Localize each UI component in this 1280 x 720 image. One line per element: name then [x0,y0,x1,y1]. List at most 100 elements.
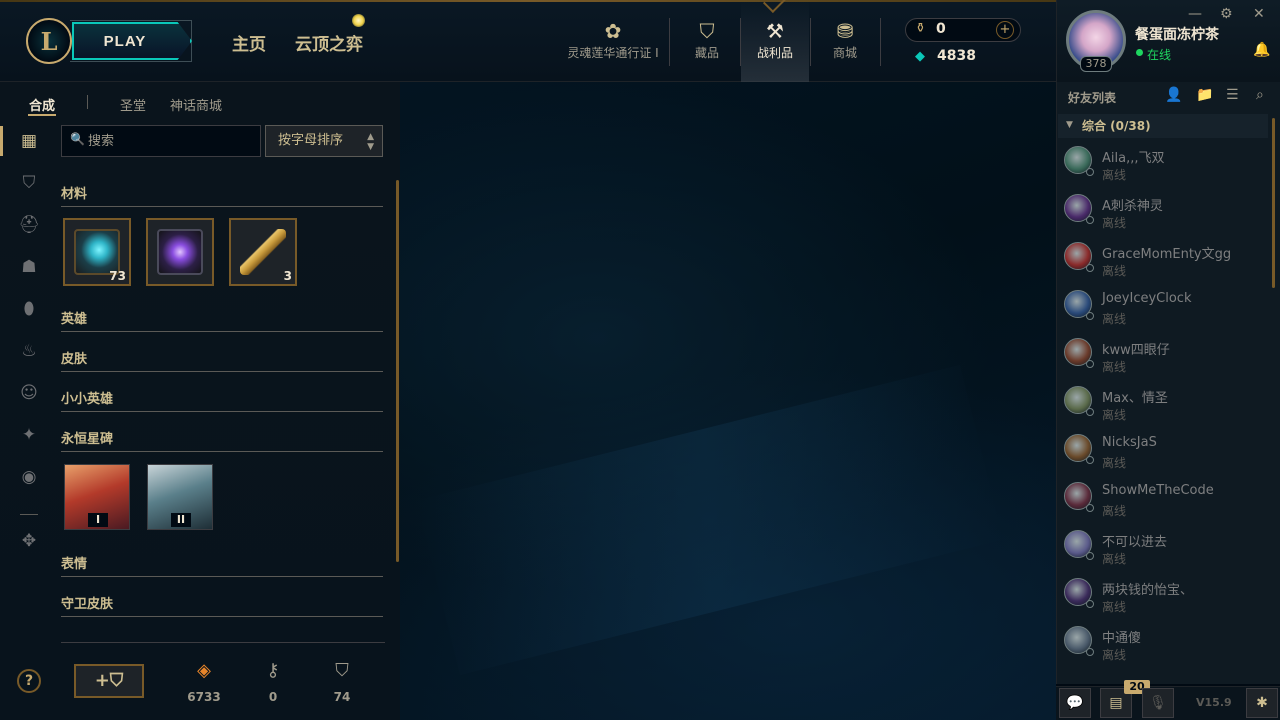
sort-dropdown[interactable]: 按字母排序 ▲ ▼ [265,125,383,157]
sort-dropdown-label: 按字母排序 [278,133,344,148]
hextech-key-item[interactable]: 3 [229,218,297,286]
username[interactable]: 餐蛋面冻柠茶 [1135,24,1219,44]
offline-status-dot [1086,456,1094,464]
footer-divider [61,642,385,643]
friend-row[interactable]: NicksJaS 离线 [1058,426,1268,474]
category-little-legends[interactable]: 小小英雄 [61,388,383,412]
emote-flame-icon[interactable]: ♨ [16,338,42,364]
tab-mythic-shop[interactable]: 神话商城 [170,95,222,114]
friend-row[interactable]: kww四眼仔 离线 [1058,330,1268,378]
nav-battle-pass[interactable]: ✿ 灵魂莲华通行证 I [566,18,660,61]
grid-view-icon[interactable]: ▦ [16,128,42,154]
chest-count-icon: ⛉ [335,660,349,681]
friend-status-text: 离线 [1102,552,1127,566]
friend-status-text: 离线 [1102,648,1127,662]
skin-mask-icon[interactable]: ☗ [16,254,42,280]
help-button[interactable]: ? [17,669,41,693]
tab-crafting[interactable]: 合成 [29,95,55,114]
friend-row[interactable]: JoeyIceyClock 离线 [1058,282,1268,330]
ward-icon[interactable]: ⬮ [16,296,42,322]
friend-row[interactable]: 两块钱的怡宝、 离线 [1058,570,1268,618]
play-button[interactable]: PLAY [72,22,192,60]
nav-loot[interactable]: ⚒ 战利品 [750,18,800,61]
minimize-icon[interactable]: — [1188,6,1202,22]
category-eternals[interactable]: 永恒星碑 [61,428,383,452]
offline-status-dot [1086,408,1094,416]
category-ward-skins[interactable]: 守卫皮肤 [61,593,383,617]
add-friend-icon[interactable]: 👤 [1165,87,1182,103]
friend-status-text: 离线 [1102,504,1127,518]
be-value: 4838 [937,48,976,64]
mythic-icon[interactable]: ✥ [16,528,42,554]
friend-name: Max、情圣 [1102,391,1168,406]
rp-value: 0 [936,21,946,37]
close-icon[interactable]: ✕ [1253,6,1265,22]
search-field: 🔍 [61,125,261,157]
search-icon[interactable]: ⌕ [1256,87,1264,103]
masterwork-chest-item[interactable] [146,218,214,286]
offline-status-dot [1086,264,1094,272]
key-fragment-icon: ⚷ [266,660,280,681]
friend-row[interactable]: Aila,,,飞双 离线 [1058,138,1268,186]
category-emotes[interactable]: 表情 [61,553,383,577]
category-skins[interactable]: 皮肤 [61,348,383,372]
friend-row[interactable]: Max、情圣 离线 [1058,378,1268,426]
bug-report-icon[interactable]: ✱ [1246,688,1278,718]
hextech-chest-item[interactable]: 73 [63,218,131,286]
tft-notification-dot [352,14,365,27]
caret-down-icon: ▼ [1066,120,1073,130]
notification-bell-icon[interactable]: 🔔 [1253,42,1270,58]
champion-helmet-icon[interactable]: ⛑ [16,212,42,238]
friends-scrollbar[interactable] [1272,118,1275,288]
category-champions[interactable]: 英雄 [61,308,383,332]
profile-icon[interactable]: ◉ [16,464,42,490]
chest-icon[interactable]: ⛉ [16,170,42,196]
list-view-icon[interactable]: ☰ [1226,87,1239,103]
item-count: 73 [109,269,126,283]
nav-home[interactable]: 主页 [232,30,266,55]
chest-count-value: 74 [333,690,351,704]
nav-battle-pass-label: 灵魂莲华通行证 I [567,46,659,60]
friend-group-header[interactable]: 综合 (0/38) [1058,114,1268,138]
friend-name: kww四眼仔 [1102,343,1170,358]
loot-scrollbar[interactable] [396,180,399,562]
buy-rp-button[interactable]: + [996,21,1014,39]
friend-row[interactable]: GraceMomEnty文gg 离线 [1058,234,1268,282]
collection-bag-icon: ⛉ [699,19,715,43]
friend-status-text: 离线 [1102,408,1127,422]
friend-name: GraceMomEnty文gg [1102,247,1232,262]
friend-row[interactable]: 中通傻 离线 [1058,618,1268,666]
sidebar-active-marker [0,126,3,156]
little-legend-icon[interactable]: ✦ [16,422,42,448]
nav-store[interactable]: ⛃ 商城 [820,18,870,61]
friend-row[interactable]: ShowMeTheCode 离线 [1058,474,1268,522]
microphone-icon[interactable]: 🎙 [1142,688,1174,718]
status-label[interactable]: 在线 [1147,46,1171,63]
smiley-icon[interactable]: ☺ [16,380,42,406]
friend-row[interactable]: A刺杀神灵 离线 [1058,186,1268,234]
craft-key-button[interactable]: +⛉ [74,664,144,698]
chat-icon[interactable]: 💬 [1059,688,1091,718]
tab-sanctum[interactable]: 圣堂 [120,95,146,114]
blue-essence-icon: ◆ [915,49,925,64]
nav-collection-label: 藏品 [694,46,719,60]
search-input[interactable] [88,130,256,152]
online-status-dot [1136,49,1143,56]
eternal-series-2[interactable]: II [147,464,213,530]
client-version: V15.9 [1196,696,1232,709]
nav-tft[interactable]: 云顶之弈 [295,30,363,55]
add-folder-icon[interactable]: 📁 [1196,87,1213,103]
offline-status-dot [1086,600,1094,608]
nav-separator [880,18,881,66]
friend-name: A刺杀神灵 [1102,199,1163,214]
offline-status-dot [1086,360,1094,368]
level-badge: 378 [1080,56,1112,72]
gear-icon[interactable]: ⚙ [1220,6,1233,22]
category-materials[interactable]: 材料 [61,183,383,207]
league-logo[interactable]: L [26,18,72,64]
tab-separator [87,95,88,109]
nav-collection[interactable]: ⛉ 藏品 [682,18,732,61]
friend-row[interactable]: 不可以进去 离线 [1058,522,1268,570]
eternal-series-1[interactable]: I [64,464,130,530]
offline-status-dot [1086,504,1094,512]
